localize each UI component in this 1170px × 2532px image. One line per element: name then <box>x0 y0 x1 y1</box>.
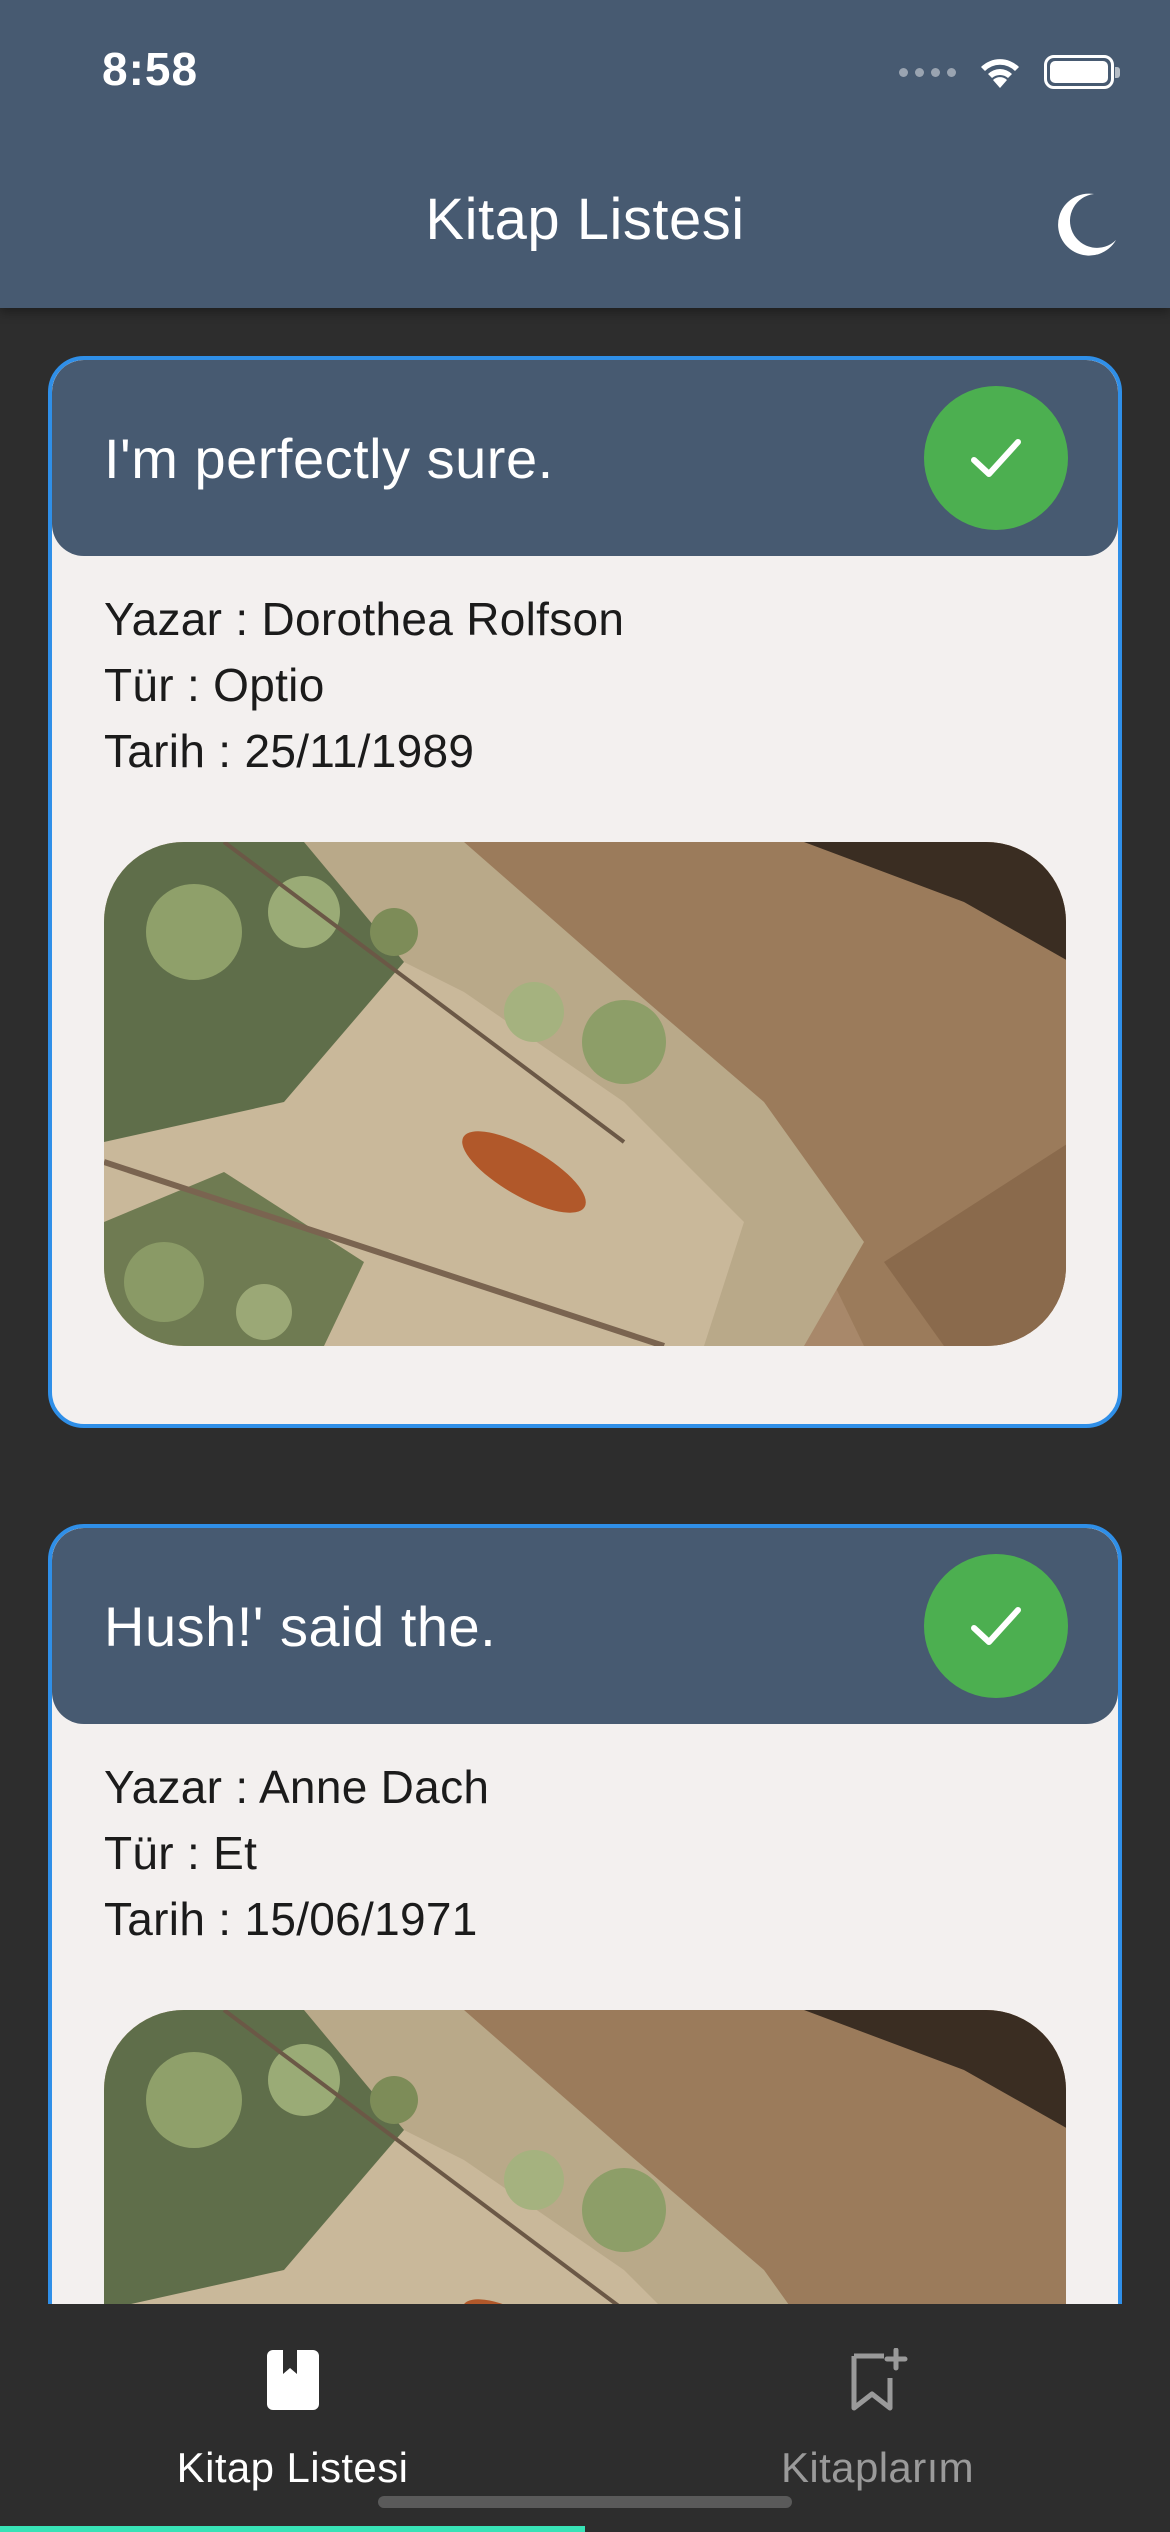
book-info: Yazar : Dorothea Rolfson Tür : Optio Tar… <box>52 556 1118 784</box>
cellular-signal-icon <box>899 67 956 77</box>
book-author: Yazar : Dorothea Rolfson <box>104 593 625 645</box>
book-card[interactable]: Hush!' said the. Yazar : Anne Dach Tür :… <box>48 1524 1122 2304</box>
book-author: Yazar : Anne Dach <box>104 1761 490 1813</box>
check-icon <box>971 1607 1021 1645</box>
book-cover-image <box>104 842 1066 1346</box>
status-time: 8:58 <box>102 43 199 95</box>
bookmark-add-icon <box>851 2348 907 2411</box>
read-toggle-button[interactable] <box>924 386 1068 530</box>
book-genre: Tür : Optio <box>104 659 325 711</box>
battery-icon <box>1044 55 1120 89</box>
read-toggle-button[interactable] <box>924 1554 1068 1698</box>
book-card[interactable]: I'm perfectly sure. Yazar : Dorothea Rol… <box>48 356 1122 1428</box>
bottom-navigation: Kitap Listesi Kitaplarım <box>0 2304 1170 2532</box>
book-list[interactable]: I'm perfectly sure. Yazar : Dorothea Rol… <box>0 308 1170 2304</box>
book-date: Tarih : 15/06/1971 <box>104 1893 478 1945</box>
book-info: Yazar : Anne Dach Tür : Et Tarih : 15/06… <box>52 1724 1118 1952</box>
book-title: I'm perfectly sure. <box>104 426 554 490</box>
nav-label: Kitap Listesi <box>176 2444 409 2491</box>
book-cover-image <box>104 2010 1066 2304</box>
check-icon <box>971 439 1021 477</box>
book-card-header: I'm perfectly sure. <box>52 360 1118 556</box>
page-title: Kitap Listesi <box>425 187 745 252</box>
screen: 8:58 Kitap Listesi I'm perfectly sure. Y… <box>0 0 1170 2532</box>
book-icon <box>266 2350 319 2410</box>
wifi-icon <box>981 59 1019 88</box>
active-tab-indicator <box>0 2526 585 2532</box>
theme-toggle-button[interactable] <box>1050 190 1120 260</box>
app-bar: 8:58 Kitap Listesi <box>0 0 1170 308</box>
book-title: Hush!' said the. <box>104 1594 497 1658</box>
book-card-header: Hush!' said the. <box>52 1528 1118 1724</box>
moon-icon <box>1058 193 1116 256</box>
nav-label: Kitaplarım <box>780 2444 975 2491</box>
status-icons <box>899 54 1120 90</box>
book-date: Tarih : 25/11/1989 <box>104 725 475 777</box>
book-genre: Tür : Et <box>104 1827 258 1879</box>
home-indicator <box>378 2496 792 2508</box>
